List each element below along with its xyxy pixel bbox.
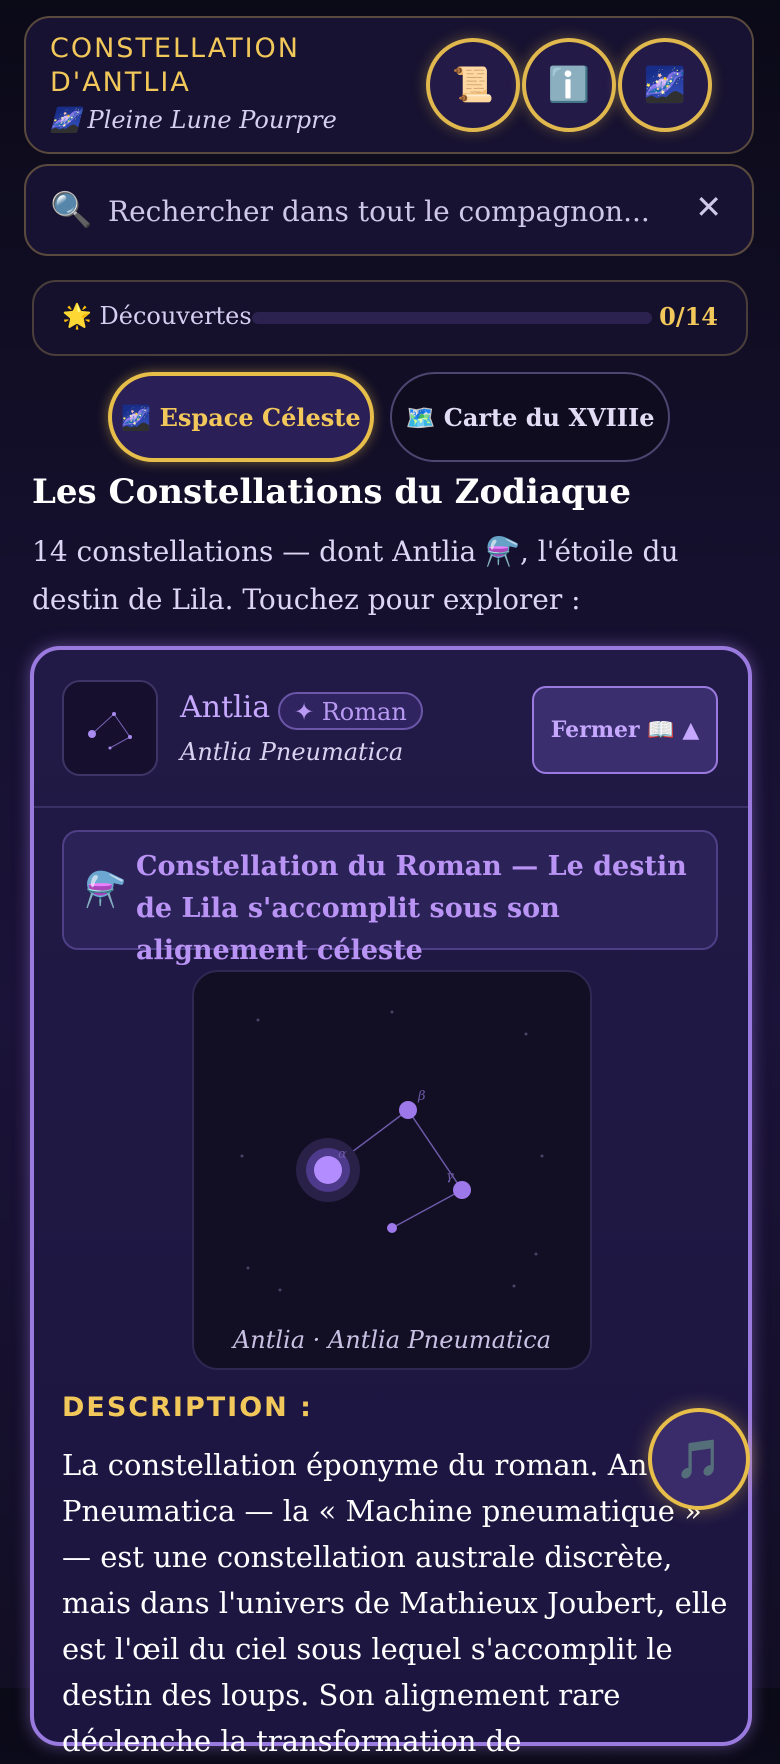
galaxy-icon: 🌌 [643, 65, 687, 105]
app-header: CONSTELLATION D'ANTLIA 🌌 Pleine Lune Pou… [24, 16, 754, 154]
card-divider [34, 806, 748, 808]
music-note-icon: 🎵 [675, 1436, 723, 1481]
gamma-star [453, 1181, 471, 1199]
search-input[interactable] [106, 184, 670, 238]
flask-icon: ⚗️ [84, 870, 127, 910]
progress-track [252, 312, 652, 324]
info-icon: ℹ️ [547, 65, 591, 105]
section-description: 14 constellations — dont Antlia ⚗️, l'ét… [32, 535, 679, 616]
beta-star [399, 1101, 417, 1119]
moon-phase-subtitle: 🌌 Pleine Lune Pourpre [50, 106, 337, 134]
roman-badge: ✦ Roman [278, 692, 423, 730]
search-icon: 🔍 [50, 190, 93, 230]
app-title: CONSTELLATION D'ANTLIA [50, 33, 300, 98]
beta-label: β [417, 1089, 426, 1104]
music-button[interactable]: 🎵 [648, 1408, 750, 1510]
section-title: Les Constellations du Zodiaque [32, 472, 631, 512]
constellation-card-antlia: Antlia ✦ Roman Antlia Pneumatica Fermer … [30, 646, 752, 1758]
progress-count: 0/14 [659, 302, 718, 331]
tab-carte-xviiie[interactable]: 🗺️ Carte du XVIIIe [390, 372, 670, 462]
constellation-star-map: α β γ Antlia · Antlia Pneumatica [192, 970, 592, 1370]
close-card-button[interactable]: Fermer 📖 ▲ [532, 686, 718, 774]
background-stars [240, 1010, 544, 1292]
galaxy-button[interactable]: 🌌 [618, 38, 712, 132]
info-button[interactable]: ℹ️ [522, 38, 616, 132]
constellation-name: Antlia [180, 690, 271, 725]
gamma-label: γ [446, 1169, 454, 1184]
tab-espace-celeste[interactable]: 🌌 Espace Céleste [108, 372, 374, 462]
constellation-thumbnail [62, 680, 158, 776]
constellation-latin-name: Antlia Pneumatica [180, 738, 404, 766]
search-bar: 🔍 ✕ [24, 164, 754, 256]
description-label: DESCRIPTION : [62, 1392, 313, 1423]
discoveries-progress: 🌟 Découvertes 0/14 [32, 280, 748, 356]
banner-text: Constellation du Roman — Le destin de Li… [136, 851, 687, 966]
description-text: La constellation éponyme du roman. Antli… [62, 1448, 728, 1758]
scroll-icon: 📜 [451, 65, 495, 105]
scroll-button[interactable]: 📜 [426, 38, 520, 132]
clear-search-icon[interactable]: ✕ [695, 188, 722, 226]
star-map-caption: Antlia · Antlia Pneumatica [232, 1326, 552, 1354]
progress-label: 🌟 Découvertes [62, 302, 252, 330]
delta-star [387, 1223, 397, 1233]
alpha-label: α [338, 1147, 347, 1162]
roman-banner: ⚗️ Constellation du Roman — Le destin de… [62, 830, 718, 966]
